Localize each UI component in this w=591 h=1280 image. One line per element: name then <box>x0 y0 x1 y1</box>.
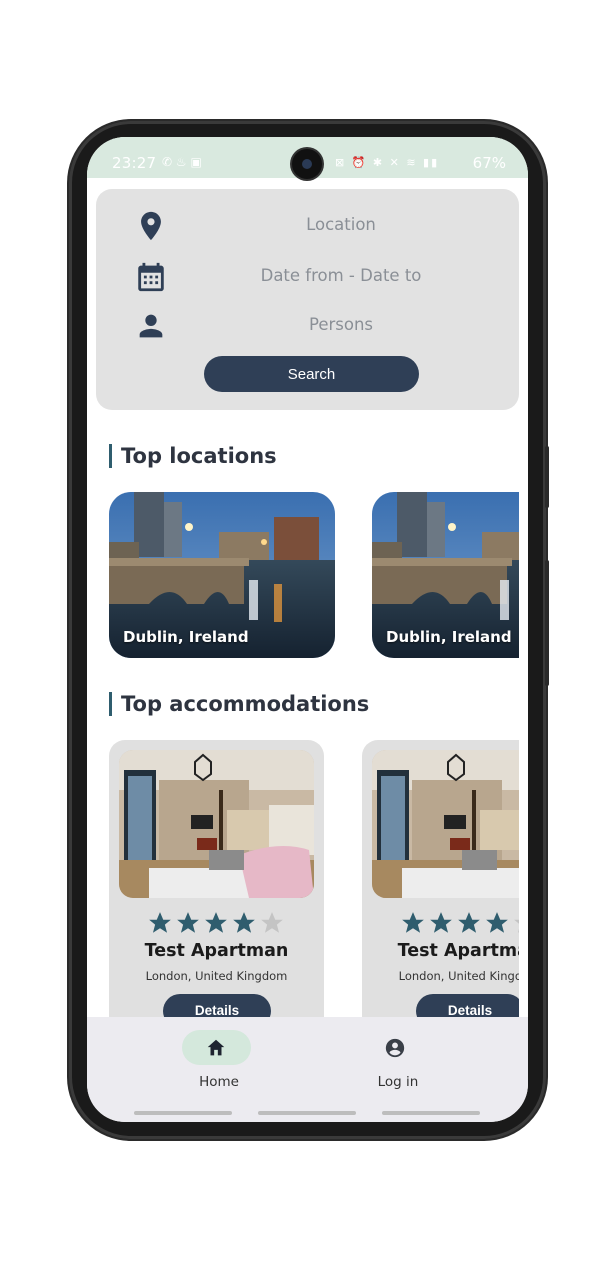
main-content[interactable]: Location Date from - Date to Persons Sea… <box>87 178 528 1017</box>
battery-percentage: 67% <box>472 154 506 172</box>
location-pin-icon <box>141 211 161 241</box>
system-status-icons: ⊠ ⏰ ✱ ✕ ≋ ▮▮ <box>335 156 440 169</box>
accommodation-photo <box>372 750 519 898</box>
persons-input[interactable]: Persons <box>186 315 496 334</box>
star-filled-icon <box>458 912 480 933</box>
star-filled-icon <box>486 912 508 933</box>
system-nav-bar <box>134 1111 232 1115</box>
details-button[interactable]: Details <box>416 994 519 1017</box>
accommodation-photo <box>119 750 314 898</box>
bottom-navigation: Home Log in <box>87 1017 528 1122</box>
date-range-input[interactable]: Date from - Date to <box>186 266 496 285</box>
star-filled-icon <box>402 912 424 933</box>
system-nav-bar <box>258 1111 356 1115</box>
nav-item-login[interactable]: Log in <box>343 1030 453 1100</box>
star-empty-icon <box>514 919 519 933</box>
screen: 23:27 ✆ ♨ ▣ ⊠ ⏰ ✱ ✕ ≋ ▮▮ 67% Location Da… <box>87 137 528 1122</box>
account-circle-icon <box>385 1038 405 1058</box>
calendar-icon <box>138 262 164 292</box>
date-row[interactable]: Date from - Date to <box>96 256 519 296</box>
location-card-label: Dublin, Ireland <box>386 628 512 646</box>
notification-icons: ✆ ♨ ▣ <box>162 155 202 169</box>
star-filled-icon <box>430 912 452 933</box>
nav-item-home[interactable]: Home <box>164 1030 274 1100</box>
location-card-label: Dublin, Ireland <box>123 628 249 646</box>
nav-label-login: Log in <box>377 1074 419 1090</box>
power-button <box>545 560 549 686</box>
accommodation-location: London, United Kingdom <box>145 969 288 983</box>
person-icon <box>139 314 163 338</box>
front-camera <box>292 149 322 179</box>
star-filled-icon <box>177 912 199 933</box>
nav-label-home: Home <box>199 1074 239 1090</box>
top-locations-title: Top locations <box>109 444 277 468</box>
accommodation-name: Test Apartman <box>397 941 519 961</box>
star-filled-icon <box>205 912 227 933</box>
search-button[interactable]: Search <box>204 356 419 392</box>
status-bar: 23:27 ✆ ♨ ▣ ⊠ ⏰ ✱ ✕ ≋ ▮▮ 67% <box>87 137 528 179</box>
persons-row[interactable]: Persons <box>96 305 519 345</box>
accommodation-location: London, United Kingdom <box>398 969 519 983</box>
accommodation-card[interactable]: Test Apartman London, United Kingdom Det… <box>362 740 519 1017</box>
location-card[interactable]: Dublin, Ireland <box>372 492 519 658</box>
home-icon <box>207 1039 225 1056</box>
location-card[interactable]: Dublin, Ireland <box>109 492 335 658</box>
accommodation-card[interactable]: Test Apartman London, United Kingdom Det… <box>109 740 324 1017</box>
details-button[interactable]: Details <box>163 994 271 1017</box>
search-card: Location Date from - Date to Persons Sea… <box>96 189 519 410</box>
top-accommodations-title: Top accommodations <box>109 692 369 716</box>
location-row[interactable]: Location <box>96 205 519 245</box>
accommodation-name: Test Apartman <box>144 941 289 961</box>
location-input[interactable]: Location <box>186 215 496 234</box>
star-filled-icon <box>233 912 255 933</box>
star-filled-icon <box>149 912 171 933</box>
status-time: 23:27 <box>112 154 157 172</box>
star-empty-icon <box>261 912 283 933</box>
system-nav-bar <box>382 1111 480 1115</box>
volume-button <box>545 446 549 508</box>
